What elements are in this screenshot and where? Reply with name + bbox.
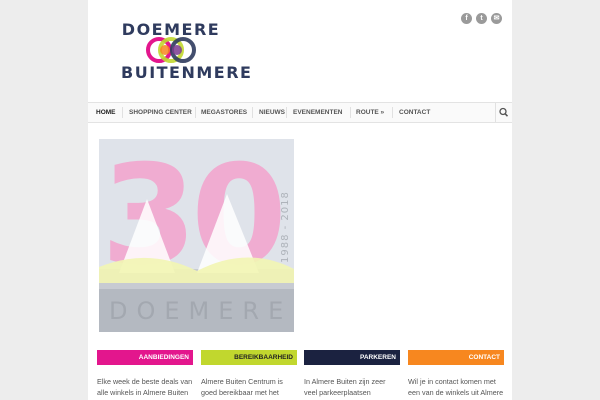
twitter-icon[interactable]: t	[476, 13, 487, 24]
tile-aanbiedingen[interactable]: AANBIEDINGEN	[97, 350, 193, 365]
tile-bereikbaarheid[interactable]: BEREIKBAARHEID	[201, 350, 297, 365]
tile-text-aanbiedingen: Elke week de beste deals van alle winkel…	[97, 377, 193, 400]
social-links: f t ✉	[461, 13, 503, 25]
tile-parkeren[interactable]: PARKEREN	[304, 350, 400, 365]
nav-divider	[286, 107, 287, 118]
site-logo[interactable]: DOEMERE BUITENMERE	[121, 20, 253, 82]
nav-item-home[interactable]: HOME	[96, 103, 116, 122]
tile-text-parkeren: In Almere Buiten zijn zeer veel parkeerp…	[304, 377, 386, 400]
nav-item-route[interactable]: ROUTE »	[356, 103, 384, 122]
tile-text-contact: Wil je in contact komen met een van de w…	[408, 377, 504, 400]
tile-text-bereikbaarheid: Almere Buiten Centrum is goed bereikbaar…	[201, 377, 283, 400]
nav-item-nieuws[interactable]: NIEUWS	[259, 103, 285, 122]
nav-item-evenementen[interactable]: EVENEMENTEN	[293, 103, 342, 122]
logo-rings-icon	[146, 37, 196, 63]
nav-divider	[122, 107, 123, 118]
main-navigation: HOME SHOPPING CENTER MEGASTORES NIEUWS E…	[88, 102, 512, 123]
facebook-icon[interactable]: f	[461, 13, 472, 24]
search-button[interactable]	[495, 103, 512, 122]
logo-line-top: DOEMERE	[121, 20, 221, 39]
anniversary-graphic: 30 DOEMERE 1988 - 2018	[99, 139, 294, 332]
hero-image[interactable]: 30 DOEMERE 1988 - 2018	[99, 139, 294, 332]
anniversary-years: 1988 - 2018	[280, 191, 291, 263]
building-sign: DOEMERE	[109, 297, 292, 325]
search-icon	[499, 107, 509, 117]
nav-item-shopping-center[interactable]: SHOPPING CENTER	[129, 103, 192, 122]
logo-line-bottom: BUITENMERE	[121, 63, 253, 82]
nav-divider	[195, 107, 196, 118]
nav-divider	[252, 107, 253, 118]
nav-divider	[392, 107, 393, 118]
page-container: DOEMERE BUITENMERE f t ✉ HOME SHOPPING C…	[88, 0, 512, 400]
email-icon[interactable]: ✉	[491, 13, 502, 24]
nav-divider	[350, 107, 351, 118]
nav-item-megastores[interactable]: MEGASTORES	[201, 103, 247, 122]
tile-contact[interactable]: CONTACT	[408, 350, 504, 365]
nav-item-contact[interactable]: CONTACT	[399, 103, 430, 122]
